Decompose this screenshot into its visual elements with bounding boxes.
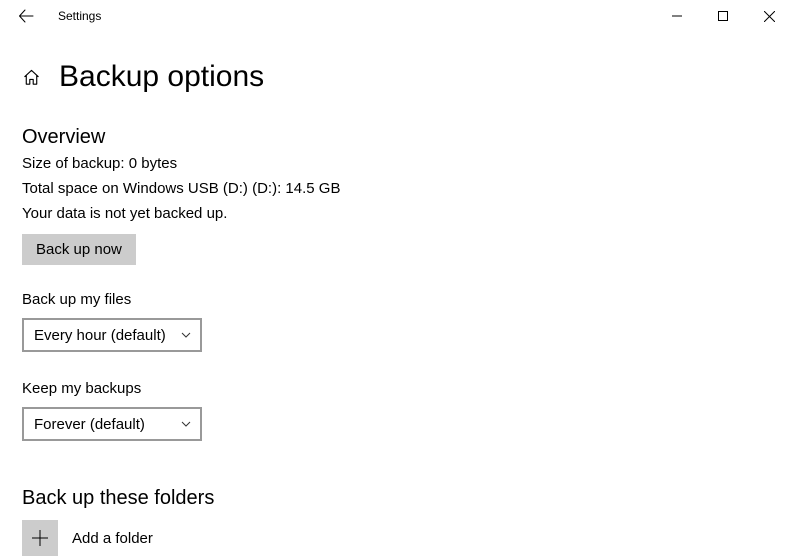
home-icon <box>22 68 41 87</box>
close-icon <box>764 11 775 22</box>
minimize-icon <box>672 11 682 21</box>
backup-status-line: Your data is not yet backed up. <box>22 205 770 222</box>
page-title: Backup options <box>59 60 264 94</box>
retention-label: Keep my backups <box>22 380 770 397</box>
retention-selected: Forever (default) <box>34 416 145 433</box>
retention-dropdown[interactable]: Forever (default) <box>22 407 202 441</box>
chevron-down-icon <box>180 329 192 341</box>
overview-heading: Overview <box>22 126 770 149</box>
home-button[interactable] <box>22 68 41 87</box>
maximize-icon <box>718 11 728 21</box>
page-header: Backup options <box>22 60 770 94</box>
back-button[interactable] <box>8 0 44 32</box>
titlebar: Settings <box>0 0 792 32</box>
add-folder-button[interactable]: Add a folder <box>22 520 770 556</box>
plus-icon <box>30 528 50 548</box>
app-title: Settings <box>44 9 101 23</box>
folders-heading: Back up these folders <box>22 487 770 510</box>
plus-tile <box>22 520 58 556</box>
content: Backup options Overview Size of backup: … <box>0 60 792 556</box>
maximize-button[interactable] <box>700 0 746 32</box>
add-folder-label: Add a folder <box>72 530 153 547</box>
backup-now-button[interactable]: Back up now <box>22 234 136 265</box>
close-button[interactable] <box>746 0 792 32</box>
chevron-down-icon <box>180 418 192 430</box>
total-space-line: Total space on Windows USB (D:) (D:): 14… <box>22 180 770 197</box>
minimize-button[interactable] <box>654 0 700 32</box>
frequency-dropdown[interactable]: Every hour (default) <box>22 318 202 352</box>
titlebar-left: Settings <box>0 0 101 32</box>
backup-size-line: Size of backup: 0 bytes <box>22 155 770 172</box>
frequency-label: Back up my files <box>22 291 770 308</box>
frequency-selected: Every hour (default) <box>34 327 166 344</box>
arrow-left-icon <box>18 8 34 24</box>
